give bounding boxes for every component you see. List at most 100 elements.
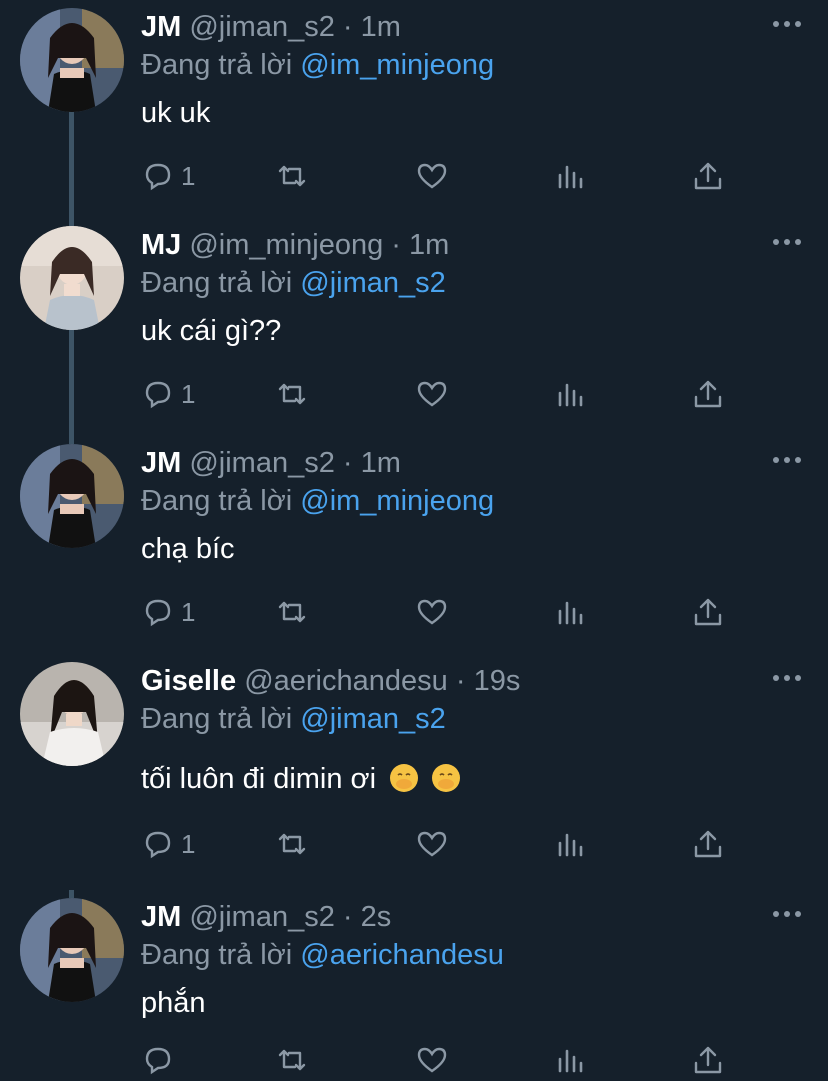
giselle-avatar-image — [20, 662, 124, 766]
share-icon — [694, 380, 722, 408]
share-button[interactable] — [691, 592, 725, 632]
reply-button[interactable]: 1 — [141, 156, 195, 196]
separator-dot: · — [342, 11, 353, 43]
replying-to: Đang trả lời @im_minjeong — [141, 484, 494, 518]
timestamp[interactable]: 19s — [474, 665, 521, 697]
action-bar: 1 — [141, 374, 741, 414]
share-button[interactable] — [691, 824, 725, 864]
retweet-button[interactable] — [275, 156, 309, 196]
share-button[interactable] — [691, 156, 725, 196]
more-icon[interactable] — [770, 904, 804, 924]
avatar[interactable] — [20, 226, 124, 330]
tweet-text: tối luôn đi dimin ơi — [141, 763, 377, 795]
display-name[interactable]: Giselle — [141, 665, 236, 697]
reply-button[interactable]: 1 — [141, 592, 195, 632]
like-button[interactable] — [415, 374, 449, 414]
avatar[interactable] — [20, 444, 124, 548]
timestamp[interactable]: 1m — [361, 447, 401, 479]
avatar[interactable] — [20, 898, 124, 1002]
replying-to-label: Đang trả lời — [141, 703, 293, 735]
user-handle[interactable]: @im_minjeong — [189, 229, 383, 261]
reply-button[interactable]: 1 — [141, 374, 195, 414]
replying-to-label: Đang trả lời — [141, 49, 293, 81]
retweet-button[interactable] — [275, 592, 309, 632]
mention-link[interactable]: @jiman_s2 — [300, 267, 446, 299]
avatar[interactable] — [20, 662, 124, 766]
user-handle[interactable]: @jiman_s2 — [189, 901, 335, 933]
stats-button[interactable] — [553, 374, 587, 414]
replying-to: Đang trả lời @jiman_s2 — [141, 702, 446, 736]
tweet-header: JM @jiman_s2 · 2s — [141, 900, 391, 934]
reply-icon — [145, 163, 171, 191]
share-icon — [694, 598, 722, 626]
replying-to: Đang trả lời @jiman_s2 — [141, 266, 446, 300]
tweet-header: JM @jiman_s2 · 1m — [141, 10, 401, 44]
mention-link[interactable]: @aerichandesu — [300, 939, 504, 971]
tweet-header: JM @jiman_s2 · 1m — [141, 446, 401, 480]
timestamp[interactable]: 2s — [361, 901, 392, 933]
avatar[interactable] — [20, 8, 124, 112]
action-bar: 1 — [141, 592, 741, 632]
timestamp[interactable]: 1m — [361, 11, 401, 43]
reply-icon — [145, 1047, 171, 1075]
retweet-button[interactable] — [275, 824, 309, 864]
share-button[interactable] — [691, 1040, 725, 1080]
more-icon[interactable] — [770, 450, 804, 470]
tweet-header: MJ @im_minjeong · 1m — [141, 228, 449, 262]
tweet[interactable]: JM @jiman_s2 · 1m Đang trả lời @im_minje… — [0, 0, 828, 218]
user-handle[interactable]: @aerichandesu — [244, 665, 448, 697]
jm-avatar-image — [20, 444, 124, 548]
mention-link[interactable]: @jiman_s2 — [300, 703, 446, 735]
user-handle[interactable]: @jiman_s2 — [189, 447, 335, 479]
retweet-button[interactable] — [275, 1040, 309, 1080]
share-icon — [694, 830, 722, 858]
tweet-text: uk cái gì?? — [141, 315, 282, 347]
stats-icon — [558, 383, 583, 407]
thread-line — [69, 890, 74, 898]
display-name[interactable]: JM — [141, 11, 181, 43]
stats-button[interactable] — [553, 1040, 587, 1080]
user-handle[interactable]: @jiman_s2 — [189, 11, 335, 43]
stats-button[interactable] — [553, 592, 587, 632]
mj-avatar-image — [20, 226, 124, 330]
replying-to: Đang trả lời @im_minjeong — [141, 48, 494, 82]
jm-avatar-image — [20, 898, 124, 1002]
like-button[interactable] — [415, 592, 449, 632]
reply-button[interactable] — [141, 1040, 181, 1080]
stats-button[interactable] — [553, 156, 587, 196]
more-icon[interactable] — [770, 232, 804, 252]
stats-icon — [558, 833, 583, 857]
tweet[interactable]: Giselle @aerichandesu · 19s Đang trả lời… — [0, 654, 828, 890]
share-button[interactable] — [691, 374, 725, 414]
like-button[interactable] — [415, 1040, 449, 1080]
display-name[interactable]: MJ — [141, 229, 181, 261]
timestamp[interactable]: 1m — [409, 229, 449, 261]
share-icon — [694, 1046, 722, 1074]
reply-icon — [145, 381, 171, 409]
action-bar: 1 — [141, 824, 741, 864]
display-name[interactable]: JM — [141, 901, 181, 933]
emoji — [432, 764, 461, 792]
tweet[interactable]: MJ @im_minjeong · 1m Đang trả lời @jiman… — [0, 218, 828, 436]
reply-button[interactable]: 1 — [141, 824, 195, 864]
hand-over-mouth-emoji-icon — [433, 765, 460, 791]
retweet-button[interactable] — [275, 374, 309, 414]
stats-icon — [558, 165, 583, 189]
like-button[interactable] — [415, 824, 449, 864]
more-icon[interactable] — [770, 14, 804, 34]
emoji — [390, 764, 419, 792]
mention-link[interactable]: @im_minjeong — [300, 485, 494, 517]
tweet[interactable]: JM @jiman_s2 · 1m Đang trả lời @im_minje… — [0, 436, 828, 654]
tweet[interactable]: JM @jiman_s2 · 2s Đang trả lời @aerichan… — [0, 890, 828, 1081]
stats-button[interactable] — [553, 824, 587, 864]
heart-icon — [417, 381, 447, 407]
jm-avatar-image — [20, 8, 124, 112]
mention-link[interactable]: @im_minjeong — [300, 49, 494, 81]
stats-icon — [558, 1049, 583, 1073]
like-button[interactable] — [415, 156, 449, 196]
share-icon — [694, 162, 722, 190]
retweet-icon — [278, 833, 306, 855]
display-name[interactable]: JM — [141, 447, 181, 479]
tweet-text: phắn — [141, 987, 206, 1019]
more-icon[interactable] — [770, 668, 804, 688]
